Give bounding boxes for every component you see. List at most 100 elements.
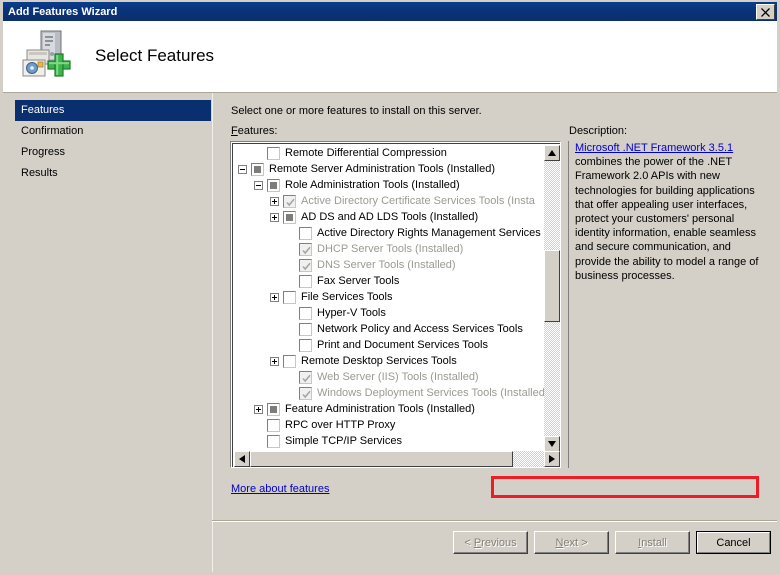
tree-row-label: Remote Server Administration Tools (Inst… [269, 163, 496, 175]
feature-checkbox[interactable] [299, 306, 312, 320]
tree-row-label: Simple TCP/IP Services [285, 435, 402, 447]
tree-row-label: Web Server (IIS) Tools (Installed) [317, 371, 479, 383]
tree-row-label: Windows Deployment Services Tools (Insta… [317, 387, 544, 399]
feature-checkbox[interactable] [299, 226, 312, 240]
feature-checkbox[interactable] [267, 178, 280, 192]
install-button[interactable]: Install [615, 531, 690, 554]
tree-row[interactable]: Remote Desktop Services Tools [234, 353, 544, 369]
tree-expander-spacer [286, 373, 295, 382]
highlight-annotation-box [491, 476, 759, 498]
sidebar-item-confirmation[interactable]: Confirmation [3, 121, 211, 142]
horizontal-scroll-thumb[interactable] [250, 451, 513, 467]
tree-row[interactable]: Fax Server Tools [234, 273, 544, 289]
feature-checkbox[interactable] [251, 162, 264, 176]
wizard-step-sidebar: Features Confirmation Progress Results [3, 93, 211, 572]
tree-row[interactable]: Web Server (IIS) Tools (Installed) [234, 369, 544, 385]
install-button-label: nstall [641, 536, 667, 549]
tree-row[interactable]: Role Administration Tools (Installed) [234, 177, 544, 193]
tree-row[interactable]: Hyper-V Tools [234, 305, 544, 321]
tree-row-label: Fax Server Tools [317, 275, 400, 287]
tree-row[interactable]: AD DS and AD LDS Tools (Installed) [234, 209, 544, 225]
dotnet-framework-link[interactable]: Microsoft .NET Framework 3.5.1 [575, 142, 733, 154]
tree-row[interactable]: Remote Differential Compression [234, 145, 544, 161]
tree-row[interactable]: Windows Deployment Services Tools (Insta… [234, 385, 544, 401]
feature-checkbox [299, 258, 312, 272]
features-label: Features: [231, 125, 277, 137]
feature-checkbox[interactable] [299, 322, 312, 336]
previous-button-prefix: < [464, 536, 474, 549]
feature-checkbox[interactable] [267, 434, 280, 448]
add-features-wizard-window: Add Features Wizard Select Features Feat… [0, 0, 780, 575]
tree-expander-spacer [286, 245, 295, 254]
features-label-rest: eatures: [237, 125, 278, 137]
previous-button[interactable]: < Previous [453, 531, 528, 554]
tree-row[interactable]: File Services Tools [234, 289, 544, 305]
cancel-button-label: Cancel [716, 536, 751, 549]
tree-row-label: File Services Tools [301, 291, 393, 303]
scroll-up-button[interactable] [544, 145, 560, 161]
features-tree[interactable]: Remote Differential Compression Remote Se… [234, 145, 544, 452]
tree-expander-spacer [286, 277, 295, 286]
main-content-panel: Select one or more features to install o… [212, 93, 777, 572]
header-band: Select Features [3, 21, 777, 93]
tree-row[interactable]: RPC over HTTP Proxy [234, 417, 544, 433]
tree-expander-spacer [286, 261, 295, 270]
feature-checkbox[interactable] [283, 210, 296, 224]
description-text: Microsoft .NET Framework 3.5.1 combines … [575, 141, 761, 283]
tree-row[interactable]: Remote Server Administration Tools (Inst… [234, 161, 544, 177]
scroll-left-button[interactable] [234, 451, 250, 467]
feature-checkbox[interactable] [267, 146, 280, 160]
tree-row-label: Active Directory Certificate Services To… [301, 195, 535, 207]
tree-row[interactable]: Print and Document Services Tools [234, 337, 544, 353]
vertical-scroll-thumb[interactable] [544, 250, 560, 322]
feature-checkbox[interactable] [299, 274, 312, 288]
tree-expander-spacer [254, 421, 263, 430]
more-about-features-link[interactable]: More about features [231, 483, 329, 495]
features-label-accel: F [231, 125, 238, 137]
tree-row-label: Remote Differential Compression [285, 147, 447, 159]
expand-plus-icon[interactable] [254, 404, 263, 414]
feature-checkbox[interactable] [283, 290, 296, 304]
collapse-minus-icon[interactable] [254, 180, 263, 190]
tree-row[interactable]: Active Directory Certificate Services To… [234, 193, 544, 209]
cancel-button[interactable]: Cancel [696, 531, 771, 554]
title-bar: Add Features Wizard [3, 2, 777, 21]
expand-plus-icon[interactable] [270, 196, 279, 206]
feature-checkbox[interactable] [283, 354, 296, 368]
tree-row[interactable]: Simple TCP/IP Services [234, 433, 544, 449]
features-tree-box: Remote Differential Compression Remote Se… [230, 141, 561, 468]
tree-horizontal-scrollbar[interactable] [234, 451, 560, 467]
tree-row-label: Print and Document Services Tools [317, 339, 488, 351]
tree-expander-spacer [254, 149, 263, 158]
tree-vertical-scrollbar[interactable] [544, 145, 560, 452]
scroll-down-button[interactable] [544, 436, 560, 452]
tree-expander-spacer [286, 309, 295, 318]
sidebar-item-features[interactable]: Features [15, 100, 211, 121]
expand-plus-icon[interactable] [270, 212, 279, 222]
tree-row[interactable]: DHCP Server Tools (Installed) [234, 241, 544, 257]
sidebar-item-results[interactable]: Results [3, 163, 211, 184]
expand-plus-icon[interactable] [270, 356, 279, 366]
collapse-minus-icon[interactable] [238, 164, 247, 174]
tree-row[interactable]: Network Policy and Access Services Tools [234, 321, 544, 337]
tree-row[interactable]: Feature Administration Tools (Installed) [234, 401, 544, 417]
scroll-right-button[interactable] [544, 451, 560, 467]
tree-row-label: RPC over HTTP Proxy [285, 419, 396, 431]
feature-checkbox[interactable] [267, 418, 280, 432]
feature-checkbox [283, 194, 296, 208]
window-title: Add Features Wizard [8, 5, 118, 18]
tree-row[interactable]: DNS Server Tools (Installed) [234, 257, 544, 273]
sidebar-item-progress[interactable]: Progress [3, 142, 211, 163]
close-button[interactable] [756, 3, 775, 20]
feature-checkbox[interactable] [267, 402, 280, 416]
tree-expander-spacer [286, 325, 295, 334]
feature-checkbox [299, 386, 312, 400]
description-body: combines the power of the .NET Framework… [575, 156, 759, 282]
tree-row[interactable]: Active Directory Rights Management Servi… [234, 225, 544, 241]
feature-checkbox[interactable] [299, 338, 312, 352]
tree-row-label: Network Policy and Access Services Tools [317, 323, 523, 335]
feature-checkbox [299, 370, 312, 384]
expand-plus-icon[interactable] [270, 292, 279, 302]
tree-row-label: AD DS and AD LDS Tools (Installed) [301, 211, 479, 223]
next-button[interactable]: Next > [534, 531, 609, 554]
